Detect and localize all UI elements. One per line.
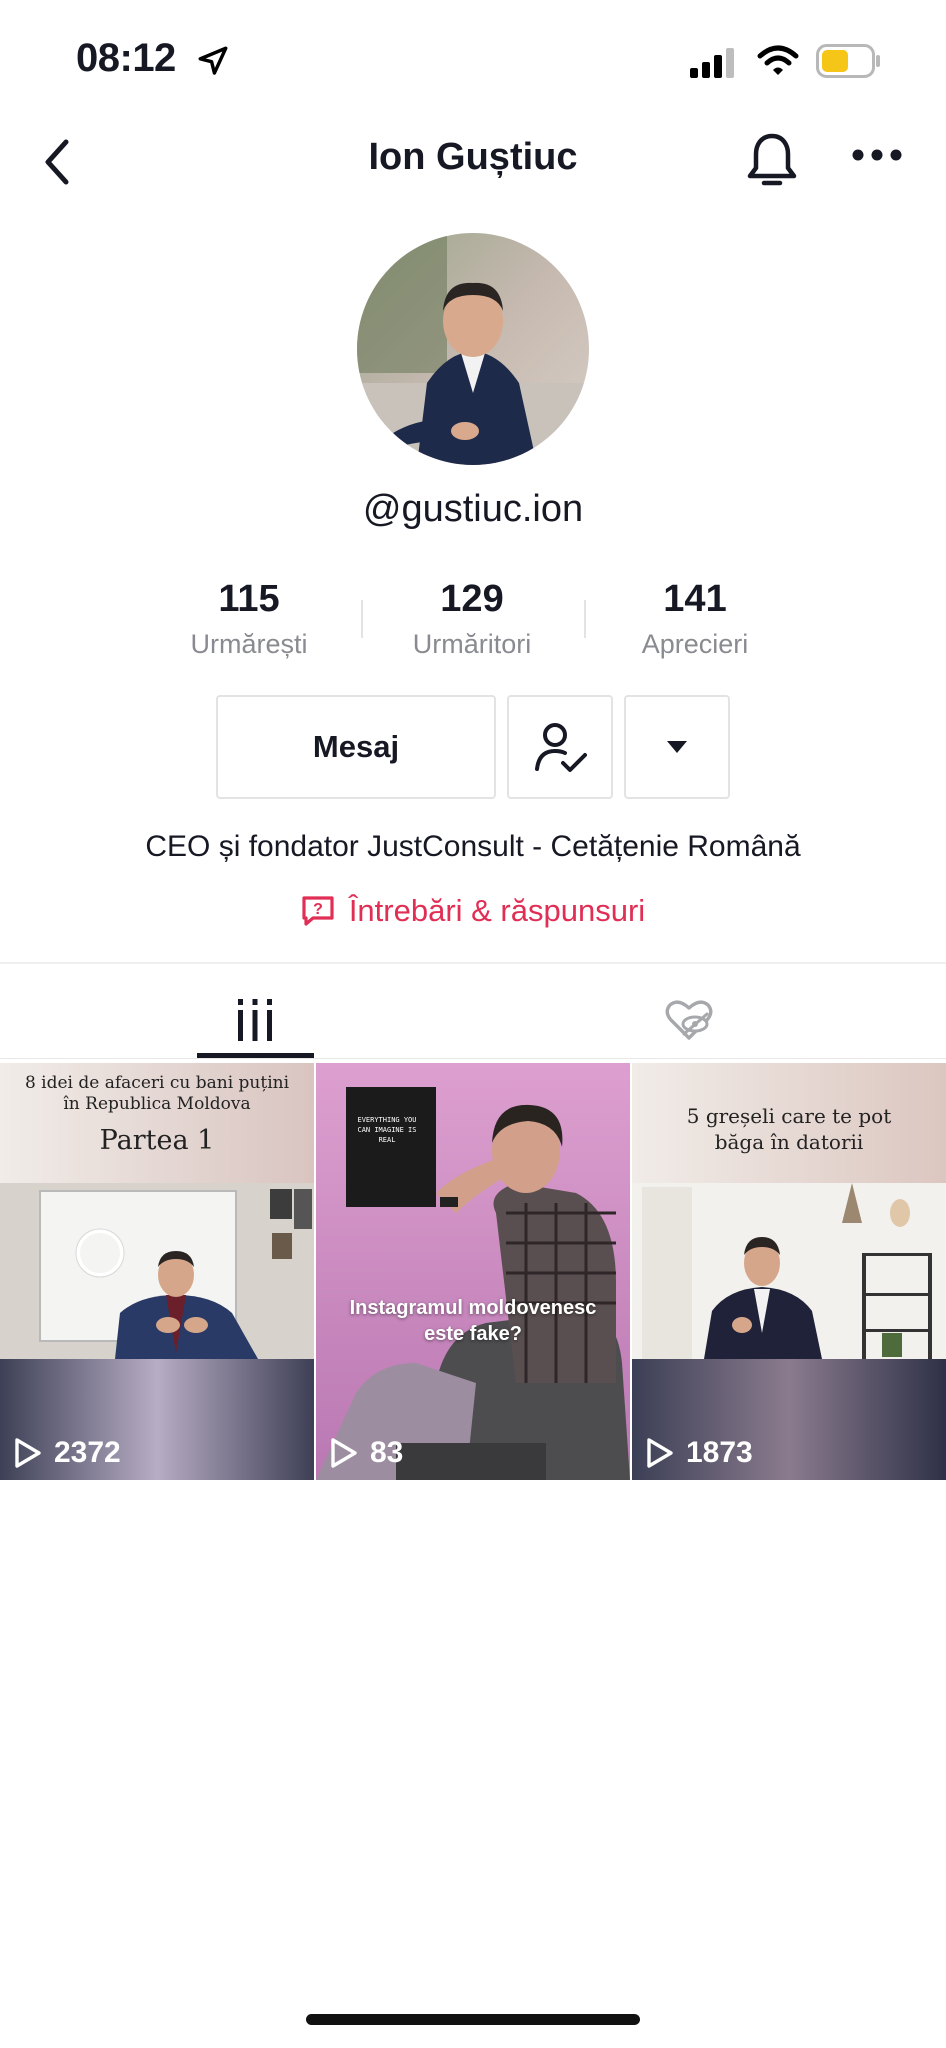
cellular-signal-icon <box>690 48 736 83</box>
tab-liked[interactable] <box>630 980 748 1060</box>
stat-label: Urmăritori <box>412 629 532 659</box>
page-title: Ion Guștiuc <box>368 136 578 178</box>
message-button[interactable]: Mesaj <box>216 695 496 799</box>
play-icon <box>15 1438 41 1468</box>
view-count-value: 1873 <box>686 1436 753 1469</box>
profile-handle: @gustiuc.ion <box>362 488 584 530</box>
stat-value: 129 <box>440 578 504 620</box>
stat-label: Aprecieri <box>641 629 749 659</box>
video-thumbnail[interactable]: 8 idei de afaceri cu bani puțini în Repu… <box>0 1063 314 1480</box>
play-icon <box>647 1438 673 1468</box>
caret-down-icon <box>667 741 687 753</box>
qa-link[interactable]: ? Întrebări & răspunsuri <box>0 893 946 929</box>
view-count: 1873 <box>646 1436 753 1470</box>
caption-line: 5 greșeli care te pot <box>686 1104 892 1128</box>
location-arrow-icon <box>196 44 230 83</box>
caption-line: este fake? <box>424 1323 522 1345</box>
following-button[interactable] <box>507 695 613 799</box>
view-count-value: 2372 <box>54 1436 121 1469</box>
question-bubble-icon: ? <box>302 896 334 926</box>
caption-line: în Republica Moldova <box>63 1094 251 1114</box>
stat-value: 141 <box>663 578 727 620</box>
qa-link-label: Întrebări & răspunsuri <box>348 893 646 928</box>
caption-line: Instagramul moldovenesc <box>349 1297 597 1319</box>
battery-icon <box>816 44 882 83</box>
view-count: 83 <box>330 1436 403 1470</box>
stat-value: 115 <box>218 578 280 620</box>
caption-line: 8 idei de afaceri cu bani puțini <box>24 1073 290 1093</box>
video-caption: 5 greșeli care te pot băga în datorii <box>632 1103 946 1155</box>
view-count-value: 83 <box>370 1436 404 1469</box>
stat-following[interactable]: 115 Urmărești <box>138 578 360 660</box>
play-icon <box>331 1438 357 1468</box>
liked-hidden-icon <box>665 1000 713 1040</box>
video-caption: Instagramul moldovenesc este fake? <box>316 1295 630 1347</box>
avatar[interactable] <box>357 233 589 465</box>
sign-text: EVERYTHING YOU CAN IMAGINE IS REAL <box>357 1116 417 1144</box>
video-thumbnail[interactable]: EVERYTHING YOU CAN IMAGINE IS REAL Insta… <box>316 1063 630 1480</box>
more-options-icon[interactable] <box>852 148 902 167</box>
tab-videos[interactable] <box>196 980 314 1060</box>
user-check-icon <box>535 723 587 772</box>
notification-bell-icon[interactable] <box>744 130 800 195</box>
view-count: 2372 <box>14 1436 121 1470</box>
caption-line: băga în datorii <box>714 1130 864 1154</box>
video-caption-title: Partea 1 <box>99 1125 215 1156</box>
video-thumbnail[interactable]: 5 greșeli care te pot băga în datorii 18… <box>632 1063 946 1480</box>
section-divider <box>0 962 946 964</box>
videos-grid-icon <box>238 999 272 1041</box>
home-indicator[interactable] <box>306 2014 640 2025</box>
profile-bio: CEO și fondator JustConsult - Cetățenie … <box>145 830 801 863</box>
status-time: 08:12 <box>76 36 176 80</box>
svg-text:?: ? <box>313 901 323 918</box>
tab-bar-border <box>0 1058 946 1059</box>
stat-label: Urmărești <box>190 629 308 659</box>
stat-followers[interactable]: 129 Urmăritori <box>361 578 583 660</box>
suggestions-dropdown-button[interactable] <box>624 695 730 799</box>
video-caption: 8 idei de afaceri cu bani puțini în Repu… <box>0 1073 314 1115</box>
stat-likes[interactable]: 141 Aprecieri <box>584 578 806 660</box>
wifi-icon <box>757 44 799 83</box>
